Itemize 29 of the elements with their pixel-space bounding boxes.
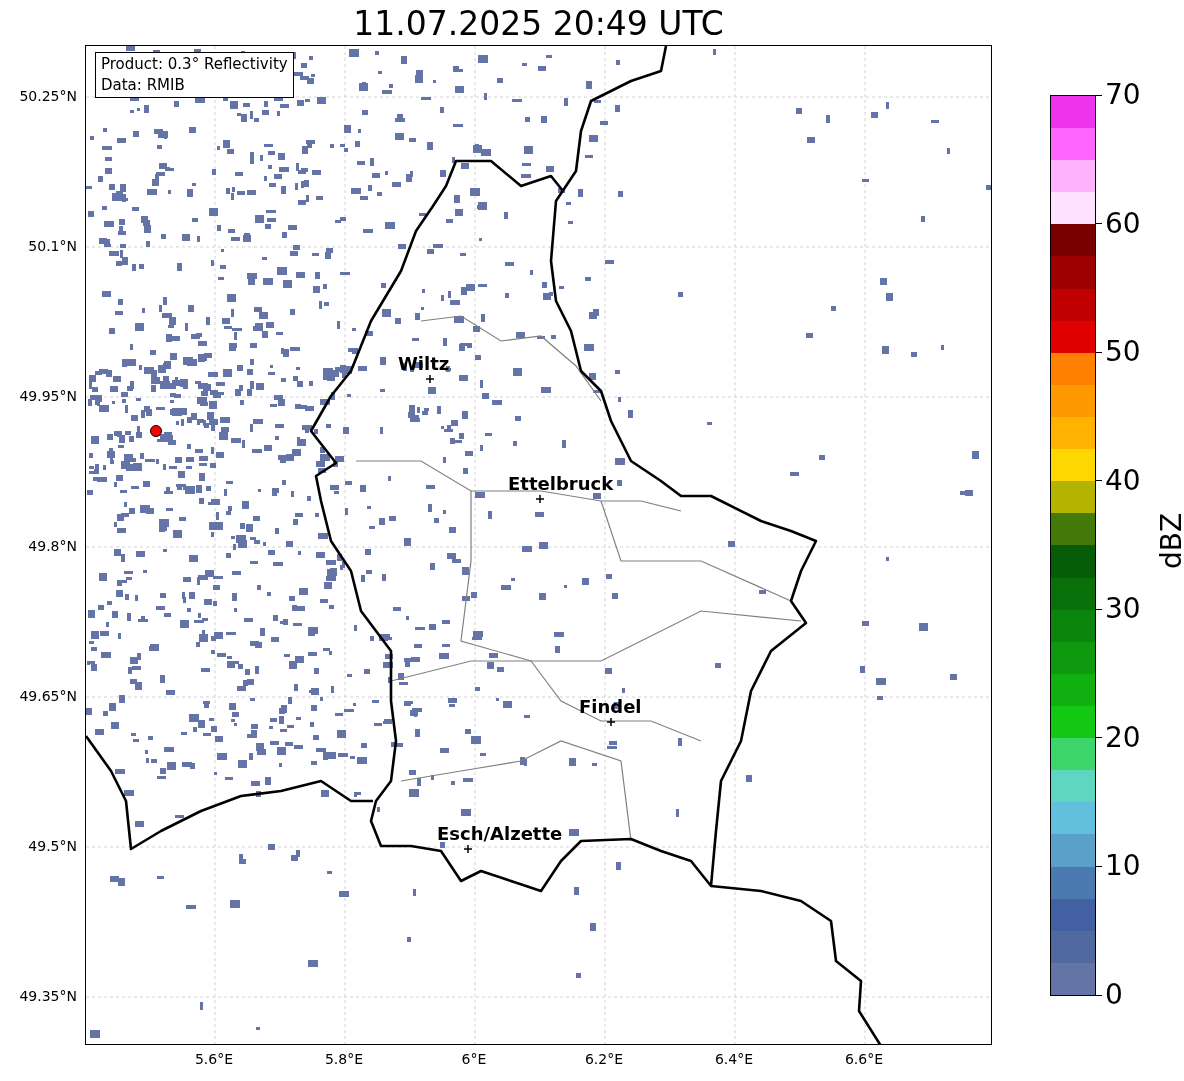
colorbar-tick-label: 50 xyxy=(1105,337,1141,368)
axis-tick-label: 6.4°E xyxy=(714,1051,754,1067)
info-text: Product: 0.3° Reflectivity xyxy=(101,54,288,75)
info-text: Data: RMIB xyxy=(101,75,186,96)
place-label: Ettelbruck xyxy=(508,473,614,495)
colorbar-tick-label: 10 xyxy=(1105,851,1141,882)
place-label: Esch/Alzette xyxy=(437,823,563,845)
colorbar-title: dBZ xyxy=(1156,512,1184,570)
axis-tick-label: 49.95°N xyxy=(19,388,77,404)
axis-tick-label: 6°E xyxy=(461,1051,487,1067)
axis-tick-label: 6.2°E xyxy=(584,1051,624,1067)
axis-tick-label: 50.25°N xyxy=(19,88,77,104)
place-label: Wiltz xyxy=(398,353,450,375)
axis-tick-label: 49.8°N xyxy=(28,538,77,554)
colorbar-tick-label: 30 xyxy=(1105,594,1141,625)
axis-tick-label: 6.6°E xyxy=(844,1051,884,1067)
axis-tick-label: 49.5°N xyxy=(28,838,77,854)
axis-tick-label: 5.8°E xyxy=(324,1051,364,1067)
colorbar-tick-label: 20 xyxy=(1105,722,1141,753)
colorbar-tick-label: 60 xyxy=(1105,208,1141,239)
axis-tick-label: 5.6°E xyxy=(194,1051,234,1067)
colorbar-tick-label: 0 xyxy=(1105,980,1123,1010)
colorbar-tick-label: 40 xyxy=(1105,465,1141,496)
axis-tick-label: 50.1°N xyxy=(28,238,77,254)
chart-title: 11.07.2025 20:49 UTC xyxy=(353,3,724,45)
colorbar-tick-label: 70 xyxy=(1105,80,1141,110)
axis-tick-label: 49.35°N xyxy=(19,988,77,1004)
place-label: Findel xyxy=(579,696,642,718)
axis-tick-label: 49.65°N xyxy=(19,688,77,704)
